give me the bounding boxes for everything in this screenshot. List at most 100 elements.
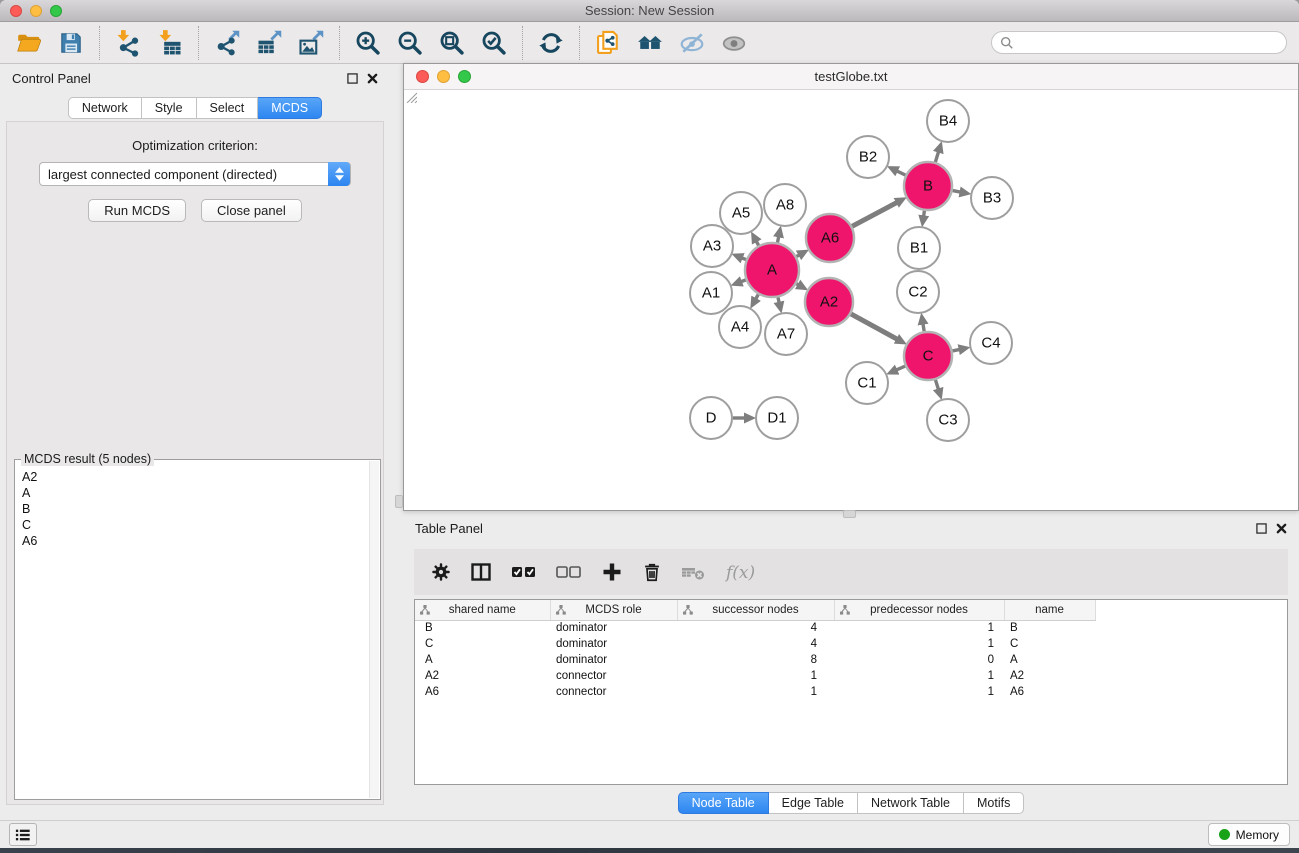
table-cell[interactable]: dominator — [550, 636, 677, 652]
graph-node-A[interactable]: A — [745, 243, 799, 297]
graph-node-B1[interactable]: B1 — [898, 227, 940, 269]
open-session-button[interactable] — [8, 25, 50, 61]
export-network-button[interactable] — [206, 25, 248, 61]
home-layout-button[interactable] — [629, 25, 671, 61]
table-cell[interactable]: dominator — [550, 620, 677, 636]
edge-A-A4[interactable] — [755, 294, 759, 300]
close-table-panel-icon[interactable] — [1276, 523, 1287, 534]
graph-node-A2[interactable]: A2 — [805, 278, 853, 326]
edge-B-B2[interactable] — [895, 170, 905, 175]
table-cell[interactable]: B — [415, 620, 550, 636]
table-row[interactable]: Bdominator41B — [415, 620, 1095, 636]
edge-B-B3[interactable] — [953, 191, 963, 193]
edge-C-C2[interactable] — [923, 322, 925, 332]
edge-A-A5[interactable] — [755, 239, 758, 245]
edge-A-A7[interactable] — [778, 297, 780, 304]
table-cell[interactable]: connector — [550, 668, 677, 684]
edge-A6-B[interactable] — [852, 201, 899, 226]
column-header-name[interactable]: name — [1004, 600, 1095, 620]
import-network-button[interactable] — [107, 25, 149, 61]
edge-C-C4[interactable] — [952, 349, 961, 351]
table-row[interactable]: A6connector11A6 — [415, 684, 1095, 700]
tab-style[interactable]: Style — [142, 97, 197, 119]
export-table-button[interactable] — [248, 25, 290, 61]
graph-node-C[interactable]: C — [904, 332, 952, 380]
graph-node-A1[interactable]: A1 — [690, 272, 732, 314]
table-cell[interactable]: 1 — [834, 636, 1004, 652]
table-cell[interactable]: 4 — [677, 620, 834, 636]
export-image-button[interactable] — [290, 25, 332, 61]
search-field[interactable] — [991, 31, 1287, 54]
table-cell[interactable]: C — [415, 636, 550, 652]
result-list-item[interactable]: A6 — [22, 533, 380, 549]
table-cell[interactable]: 1 — [834, 684, 1004, 700]
import-table-button[interactable] — [149, 25, 191, 61]
task-history-button[interactable] — [9, 823, 37, 846]
table-cell[interactable]: 4 — [677, 636, 834, 652]
settings-gear-icon[interactable] — [430, 561, 452, 583]
close-panel-icon[interactable] — [367, 73, 378, 84]
column-header-predecessor-nodes[interactable]: predecessor nodes — [834, 600, 1004, 620]
result-list-item[interactable]: A — [22, 485, 380, 501]
search-input[interactable] — [1020, 36, 1278, 50]
table-cell[interactable]: C — [1004, 636, 1095, 652]
tab-mcds[interactable]: MCDS — [258, 97, 322, 119]
tab-edge-table[interactable]: Edge Table — [769, 792, 858, 814]
refresh-view-button[interactable] — [530, 25, 572, 61]
table-cell[interactable]: A2 — [415, 668, 550, 684]
result-scrollbar[interactable] — [369, 461, 379, 798]
edge-C-C3[interactable] — [935, 380, 939, 392]
duplicate-network-button[interactable] — [587, 25, 629, 61]
table-cell[interactable]: 0 — [834, 652, 1004, 668]
hide-eye-button[interactable] — [671, 25, 713, 61]
table-cell[interactable]: B — [1004, 620, 1095, 636]
deselect-all-checkboxes-icon[interactable] — [555, 562, 583, 582]
float-table-panel-icon[interactable] — [1256, 523, 1267, 534]
table-cell[interactable]: 8 — [677, 652, 834, 668]
edge-B-B4[interactable] — [935, 150, 939, 162]
graph-node-C2[interactable]: C2 — [897, 271, 939, 313]
graph-node-D[interactable]: D — [690, 397, 732, 439]
edge-A2-C[interactable] — [851, 314, 899, 340]
table-row[interactable]: Adominator80A — [415, 652, 1095, 668]
run-mcds-button[interactable]: Run MCDS — [88, 199, 186, 222]
close-panel-button[interactable]: Close panel — [201, 199, 302, 222]
graph-node-B3[interactable]: B3 — [971, 177, 1013, 219]
result-list-item[interactable]: B — [22, 501, 380, 517]
edge-A-A3[interactable] — [740, 257, 746, 259]
zoom-selected-button[interactable] — [473, 25, 515, 61]
column-header-successor-nodes[interactable]: successor nodes — [677, 600, 834, 620]
graph-node-D1[interactable]: D1 — [756, 397, 798, 439]
table-cell[interactable]: 1 — [677, 684, 834, 700]
table-row[interactable]: Cdominator41C — [415, 636, 1095, 652]
table-cell[interactable]: A6 — [415, 684, 550, 700]
graph-node-A8[interactable]: A8 — [764, 184, 806, 226]
table-cell[interactable]: 1 — [834, 620, 1004, 636]
graph-node-C4[interactable]: C4 — [970, 322, 1012, 364]
graph-node-C1[interactable]: C1 — [846, 362, 888, 404]
table-cell[interactable]: dominator — [550, 652, 677, 668]
panel-divider-grip[interactable] — [395, 495, 403, 508]
graph-node-B4[interactable]: B4 — [927, 100, 969, 142]
column-header-shared-name[interactable]: shared name — [415, 600, 550, 620]
network-canvas[interactable]: B4B2BB3B1A5A8A6A3AA1C2A2A4A7C4CC1C3DD1 — [404, 90, 1298, 510]
graph-node-A7[interactable]: A7 — [765, 313, 807, 355]
table-cell[interactable]: A — [1004, 652, 1095, 668]
zoom-out-button[interactable] — [389, 25, 431, 61]
graph-node-A5[interactable]: A5 — [720, 192, 762, 234]
table-cell[interactable]: A6 — [1004, 684, 1095, 700]
tab-motifs[interactable]: Motifs — [964, 792, 1024, 814]
memory-button[interactable]: Memory — [1208, 823, 1290, 846]
zoom-fit-button[interactable] — [431, 25, 473, 61]
float-panel-icon[interactable] — [347, 73, 358, 84]
select-all-checkboxes-icon[interactable] — [510, 562, 538, 582]
table-cell[interactable]: 1 — [834, 668, 1004, 684]
tab-node-table[interactable]: Node Table — [678, 792, 769, 814]
result-list-item[interactable]: C — [22, 517, 380, 533]
edge-A-A2[interactable] — [796, 284, 800, 286]
edge-A-A6[interactable] — [797, 254, 802, 257]
graph-node-A6[interactable]: A6 — [806, 214, 854, 262]
graph-node-C3[interactable]: C3 — [927, 399, 969, 441]
zoom-in-button[interactable] — [347, 25, 389, 61]
result-list-item[interactable]: A2 — [22, 469, 380, 485]
